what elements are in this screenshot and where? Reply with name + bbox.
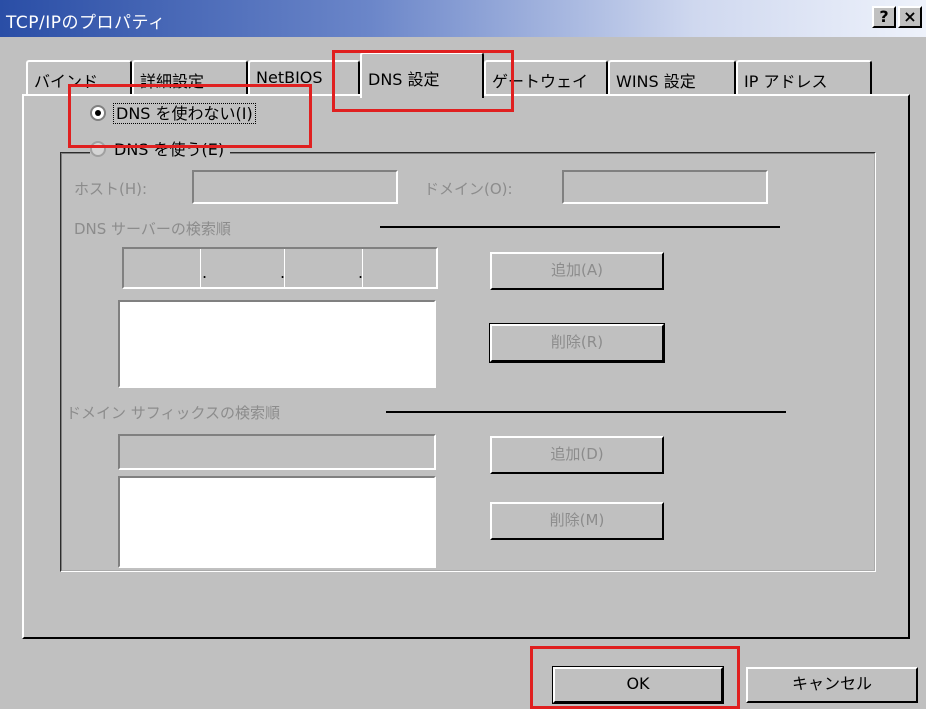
highlight-box [68, 84, 312, 148]
tab-ip-address[interactable]: IP アドレス [736, 60, 872, 96]
separator-line [386, 411, 786, 413]
highlight-box [530, 646, 740, 709]
ip-octet-1[interactable] [124, 249, 201, 287]
dns-server-ip-input[interactable]: . . . [122, 247, 438, 289]
domain-label: ドメイン(O): [424, 180, 513, 198]
ip-octet-2[interactable] [208, 249, 285, 287]
host-input[interactable] [192, 170, 398, 204]
separator-line [380, 226, 780, 228]
domain-suffix-remove-button[interactable]: 削除(M) [490, 502, 664, 540]
host-label: ホスト(H): [74, 180, 148, 198]
close-icon[interactable]: × [898, 6, 922, 28]
help-icon[interactable]: ? [872, 6, 896, 28]
domain-input[interactable] [562, 170, 768, 204]
dns-server-list[interactable] [118, 300, 436, 388]
ip-octet-3[interactable] [286, 249, 363, 287]
title-bar[interactable]: TCP/IPのプロパティ ? × [0, 0, 926, 37]
ip-octet-4[interactable] [364, 249, 436, 287]
cancel-button[interactable]: キャンセル [746, 667, 918, 703]
domain-suffix-input[interactable] [118, 434, 436, 470]
ip-dot: . [202, 263, 208, 282]
ip-dot: . [280, 263, 286, 282]
dns-server-remove-button[interactable]: 削除(R) [489, 323, 665, 363]
dns-server-order-label: DNS サーバーの検索順 [74, 220, 231, 238]
window-title: TCP/IPのプロパティ [6, 13, 166, 33]
tab-wins-settings[interactable]: WINS 設定 [608, 60, 736, 96]
ip-dot: . [358, 263, 364, 282]
domain-suffix-order-label: ドメイン サフィックスの検索順 [66, 404, 281, 422]
domain-suffix-list[interactable] [118, 476, 436, 568]
highlight-box [332, 50, 514, 112]
dns-server-add-button[interactable]: 追加(A) [490, 252, 664, 290]
domain-suffix-add-button[interactable]: 追加(D) [490, 436, 664, 474]
